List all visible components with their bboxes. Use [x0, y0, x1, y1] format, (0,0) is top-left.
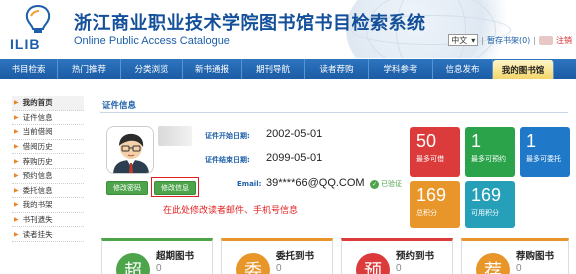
sidebar-item-report-lost-card[interactable]: ▶ 读者挂失	[12, 227, 84, 242]
lightbulb-icon	[25, 4, 51, 33]
stat-tile-available-points: 169 可用积分	[465, 181, 515, 228]
arrow-icon: ▶	[14, 157, 19, 165]
logo-text: ILIB	[10, 36, 41, 52]
sidebar: ▶ 我的首页 ▶ 证件信息 ▶ 当前借阅 ▶ 借阅历史 ▶ 荐购历史 ▶ 预约信息 ▶ 委托信…	[12, 96, 84, 242]
highlight-annotation	[151, 177, 199, 197]
sidebar-item-current-loans[interactable]: ▶ 当前借阅	[12, 125, 84, 140]
nav-item-journals[interactable]: 期刊导航	[242, 59, 305, 79]
nav-item-new-books[interactable]: 新书通报	[183, 59, 242, 79]
overdue-icon: 超	[116, 253, 150, 274]
nav-item-subject-reference[interactable]: 学科参考	[369, 59, 433, 79]
separator: |	[533, 35, 536, 45]
check-icon: ✓	[370, 179, 379, 189]
delegate-icon: 委	[236, 253, 270, 274]
main-nav: 书目检索 热门推荐 分类浏览 新书通报 期刊导航 读者荐购 学科参考 信息发布 …	[0, 59, 576, 79]
nav-item-catalog-search[interactable]: 书目检索	[0, 59, 58, 79]
arrow-icon: ▶	[14, 128, 19, 136]
site-subtitle: Online Public Access Catalogue	[74, 35, 230, 47]
arrow-icon: ▶	[14, 230, 19, 238]
divider	[100, 112, 568, 113]
sidebar-item-lost-books[interactable]: ▶ 书刊遗失	[12, 213, 84, 228]
sidebar-item-card-info[interactable]: ▶ 证件信息	[12, 111, 84, 126]
delegated-books-card[interactable]: 委 委托到书 0	[221, 238, 333, 274]
annotation-note: 在此处修改读者邮件、手机号信息	[163, 206, 299, 216]
sidebar-item-recommend-history[interactable]: ▶ 荐购历史	[12, 154, 84, 169]
avatar	[106, 126, 154, 174]
email-value: 39****66@QQ.COM	[266, 177, 365, 189]
end-date-value: 2099-05-01	[266, 152, 323, 164]
header: ILIB 浙江商业职业技术学院图书馆书目检索系统 Online Public A…	[0, 0, 576, 58]
recommend-icon: 荐	[476, 253, 510, 274]
arrow-icon: ▶	[14, 113, 19, 121]
reader-name-redacted	[158, 126, 192, 146]
sidebar-item-delegations[interactable]: ▶ 委托信息	[12, 184, 84, 199]
chevron-down-icon: ▾	[471, 35, 476, 45]
section-title: 证件信息	[102, 101, 137, 111]
nav-item-hot-picks[interactable]: 热门推荐	[58, 59, 121, 79]
arrow-icon: ▶	[14, 99, 19, 107]
stat-tile-max-borrow: 50 最多可借	[410, 127, 460, 177]
separator: |	[481, 35, 484, 45]
user-avatar-icon	[107, 127, 153, 173]
end-date-label: 证件结束日期:	[205, 156, 250, 164]
overdue-books-card[interactable]: 超 超期图书 0	[101, 238, 213, 274]
recommended-books-card[interactable]: 荐 荐购图书 0	[461, 238, 569, 274]
start-date-value: 2002-05-01	[266, 128, 323, 140]
username-redacted	[539, 35, 553, 45]
sidebar-item-my-bookshelf[interactable]: ▶ 我的书架	[12, 198, 84, 213]
reserved-books-card[interactable]: 预 预约到书 0	[341, 238, 453, 274]
top-right-links: 中文 ▾ | 暂存书架(0) | 注销	[448, 34, 572, 46]
arrow-icon: ▶	[14, 186, 19, 194]
logout-link[interactable]: 注销	[556, 35, 572, 46]
sidebar-item-loan-history[interactable]: ▶ 借阅历史	[12, 140, 84, 155]
language-select[interactable]: 中文 ▾	[448, 34, 479, 46]
nav-item-my-library[interactable]: 我的图书馆	[493, 60, 554, 79]
site-title: 浙江商业职业技术学院图书馆书目检索系统	[74, 13, 426, 34]
verified-badge: ✓ 已验证	[370, 179, 402, 189]
change-password-button[interactable]: 修改密码	[106, 181, 148, 195]
sidebar-item-home[interactable]: ▶ 我的首页	[12, 96, 84, 111]
stat-tile-max-reserve: 1 最多可预约	[465, 127, 515, 177]
arrow-icon: ▶	[14, 143, 19, 151]
stat-tile-max-delegate: 1 最多可委托	[520, 127, 570, 177]
reserve-icon: 预	[356, 253, 390, 274]
stat-tile-total-points: 169 总积分	[410, 181, 460, 228]
email-label: Email:	[237, 180, 262, 188]
nav-item-browse[interactable]: 分类浏览	[121, 59, 183, 79]
nav-item-reader-recommend[interactable]: 读者荐购	[305, 59, 369, 79]
start-date-label: 证件开始日期:	[205, 132, 250, 140]
arrow-icon: ▶	[14, 201, 19, 209]
arrow-icon: ▶	[14, 216, 19, 224]
sidebar-item-reservations[interactable]: ▶ 预约信息	[12, 169, 84, 184]
language-value: 中文	[451, 35, 468, 45]
nav-item-announcements[interactable]: 信息发布	[433, 59, 493, 79]
arrow-icon: ▶	[14, 172, 19, 180]
ilib-logo[interactable]: ILIB	[8, 4, 68, 52]
bookshelf-link[interactable]: 暂存书架(0)	[487, 35, 530, 46]
